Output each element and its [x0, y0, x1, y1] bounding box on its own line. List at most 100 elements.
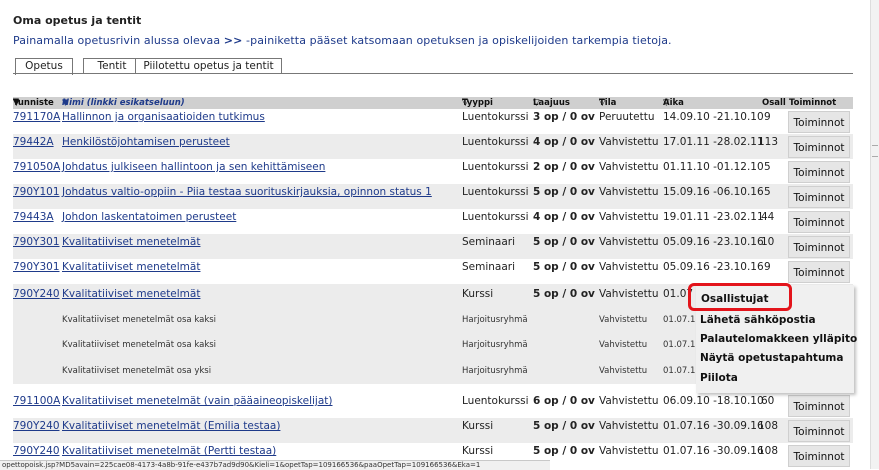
course-status: Vahvistettu — [599, 261, 659, 273]
subgroup-type: Harjoitusryhmä — [462, 315, 528, 325]
course-code-link[interactable]: 790Y301 — [13, 236, 60, 248]
course-name-link[interactable]: Henkilöstöjohtamisen perusteet — [62, 136, 230, 148]
table-row: 79443A Johdon laskentatoimen perusteet L… — [13, 209, 853, 234]
course-scope: 5 op / 0 ov — [533, 288, 595, 300]
actions-button[interactable]: Toiminnot — [788, 136, 850, 158]
course-name-link[interactable]: Kvalitatiiviset menetelmät — [62, 261, 200, 273]
subgroup-status: Vahvistettu — [599, 366, 648, 376]
course-name-link[interactable]: Johdatus valtio-oppiin - Piia testaa suo… — [62, 186, 432, 198]
course-scope: 4 op / 0 ov — [533, 211, 595, 223]
col-toiminnot: Toiminnot — [789, 98, 837, 108]
actions-button[interactable]: Toiminnot — [788, 186, 850, 208]
course-status: Vahvistettu — [599, 420, 659, 432]
course-time: 17.01.11 -28.02.11 — [663, 136, 764, 148]
participant-count: 10 — [761, 236, 775, 248]
subgroup-name: Kvalitatiiviset menetelmät osa kaksi — [62, 315, 217, 325]
menu-item-show-event[interactable]: Näytä opetustapahtuma — [700, 352, 843, 364]
course-type: Luentokurssi — [462, 395, 529, 407]
actions-button[interactable]: Toiminnot — [788, 111, 850, 133]
course-time: 06.09.10 -18.10.10 — [663, 395, 764, 407]
course-status: Vahvistettu — [599, 186, 659, 198]
scrollbar-grip-icon[interactable] — [872, 145, 878, 157]
course-name-link[interactable]: Kvalitatiiviset menetelmät — [62, 288, 200, 300]
course-name-link[interactable]: Johdon laskentatoimen perusteet — [62, 211, 236, 223]
course-code-link[interactable]: 79443A — [13, 211, 54, 223]
vertical-scrollbar[interactable] — [870, 0, 879, 469]
course-name-link[interactable]: Kvalitatiiviset menetelmät (Pertti testa… — [62, 445, 276, 457]
course-type: Luentokurssi — [462, 111, 529, 123]
col-aika[interactable]: Aika ▽ — [663, 97, 684, 109]
course-time: 15.09.16 -06.10.16 — [663, 186, 764, 198]
tab-underline — [13, 73, 853, 74]
course-name-link[interactable]: Kvalitatiiviset menetelmät (vain pääaine… — [62, 395, 333, 407]
course-scope: 3 op / 0 ov — [533, 111, 595, 123]
course-time: 01.07.16 -30.09.16 — [663, 420, 764, 432]
table-row: 790Y301 Kvalitatiiviset menetelmät Semin… — [13, 259, 853, 284]
course-scope: 5 op / 0 ov — [533, 445, 595, 457]
subgroup-time: 01.07.1 — [663, 366, 696, 376]
course-scope: 2 op / 0 ov — [533, 161, 595, 173]
course-code-link[interactable]: 79442A — [13, 136, 54, 148]
participant-count: 108 — [758, 420, 779, 432]
tab-piilotettu[interactable]: Piilotettu opetus ja tentit — [135, 58, 282, 73]
col-osall[interactable]: Osall — [762, 97, 786, 109]
intro-suffix: -painiketta pääset katsomaan opetuksen j… — [246, 34, 672, 47]
menu-item-send-email[interactable]: Lähetä sähköpostia — [700, 314, 816, 326]
course-type: Luentokurssi — [462, 186, 529, 198]
intro-text: Painamalla opetusrivin alussa olevaa >> … — [13, 34, 672, 47]
actions-button[interactable]: Toiminnot — [788, 261, 850, 283]
tab-tentit[interactable]: Tentit — [83, 58, 141, 73]
course-name-link[interactable]: Johdatus julkiseen hallintoon ja sen keh… — [62, 161, 325, 173]
col-tyyppi[interactable]: Tyyppi ▽ — [462, 97, 493, 109]
subgroup-status: Vahvistettu — [599, 340, 648, 350]
table-row: 791050A Johdatus julkiseen hallintoon ja… — [13, 159, 853, 184]
course-code-link[interactable]: 791050A — [13, 161, 60, 173]
col-laajuus[interactable]: Laajuus ▽ — [533, 97, 570, 109]
course-code-link[interactable]: 790Y101 — [13, 186, 60, 198]
actions-button[interactable]: Toiminnot — [788, 161, 850, 183]
subgroup-name: Kvalitatiiviset menetelmät osa yksi — [62, 366, 212, 376]
course-name-link[interactable]: Kvalitatiiviset menetelmät — [62, 236, 200, 248]
subgroup-time: 01.07.1 — [663, 315, 696, 325]
subgroup-name: Kvalitatiiviset menetelmät osa kaksi — [62, 340, 217, 350]
course-code-link[interactable]: 791170A — [13, 111, 60, 123]
menu-item-hide[interactable]: Piilota — [700, 372, 738, 384]
course-time: 14.09.10 -21.10.10 — [663, 111, 764, 123]
course-type: Kurssi — [462, 288, 494, 300]
course-time: 05.09.16 -23.10.16 — [663, 261, 764, 273]
course-code-link[interactable]: 790Y301 — [13, 261, 60, 273]
subgroup-type: Harjoitusryhmä — [462, 340, 528, 350]
course-status: Vahvistettu — [599, 445, 659, 457]
actions-button[interactable]: Toiminnot — [788, 395, 850, 417]
course-time: 01.11.10 -01.12.10 — [663, 161, 764, 173]
intro-prefix: Painamalla opetusrivin alussa olevaa — [13, 34, 221, 47]
table-row: 791100A Kvalitatiiviset menetelmät (vain… — [13, 393, 853, 418]
menu-item-feedback-form[interactable]: Palautelomakkeen ylläpito — [700, 333, 857, 345]
intro-expand-symbol: >> — [223, 34, 243, 47]
course-scope: 6 op / 0 ov — [533, 395, 595, 407]
col-tunniste[interactable]: Tunniste ▼ — [13, 97, 54, 109]
participant-count: 108 — [758, 445, 779, 457]
col-nimi[interactable]: Nimi (linkki esikatseluun) ▼ — [62, 97, 185, 109]
course-scope: 4 op / 0 ov — [533, 136, 595, 148]
course-code-link[interactable]: 790Y240 — [13, 445, 60, 457]
course-status: Vahvistettu — [599, 136, 659, 148]
course-scope: 5 op / 0 ov — [533, 261, 595, 273]
course-time: 05.09.16 -23.10.16 — [663, 236, 764, 248]
participant-count: 113 — [758, 136, 779, 148]
course-scope: 5 op / 0 ov — [533, 236, 595, 248]
actions-button[interactable]: Toiminnot — [788, 445, 850, 467]
col-tila[interactable]: Tila ▽ — [599, 97, 616, 109]
course-code-link[interactable]: 790Y240 — [13, 288, 60, 300]
actions-button[interactable]: Toiminnot — [788, 211, 850, 233]
course-name-link[interactable]: Kvalitatiiviset menetelmät (Emilia testa… — [62, 420, 280, 432]
participant-count: 9 — [764, 111, 771, 123]
actions-button[interactable]: Toiminnot — [788, 236, 850, 258]
actions-button[interactable]: Toiminnot — [788, 420, 850, 442]
course-code-link[interactable]: 791100A — [13, 395, 60, 407]
course-code-link[interactable]: 790Y240 — [13, 420, 60, 432]
course-name-link[interactable]: Hallinnon ja organisaatioiden tutkimus — [62, 111, 265, 123]
participant-count: 44 — [761, 211, 775, 223]
participant-count: 60 — [761, 395, 775, 407]
course-type: Kurssi — [462, 420, 494, 432]
